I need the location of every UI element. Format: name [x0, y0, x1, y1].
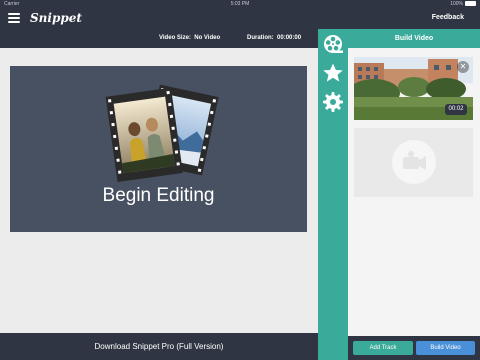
video-size-label: Video Size:	[159, 35, 191, 41]
status-bar: Carrier 5:03 PM 100%	[0, 0, 480, 8]
menu-icon[interactable]	[8, 13, 20, 23]
feedback-button[interactable]: Feedback	[432, 13, 464, 23]
download-pro-button[interactable]: Download Snippet Pro (Full Version)	[0, 333, 318, 360]
video-info-bar: Video Size: No Video Duration: 00:00:00	[0, 29, 318, 48]
battery-percent: 100%	[450, 1, 463, 7]
remove-clip-close-icon[interactable]: ✕	[457, 61, 469, 73]
video-size-info: Video Size: No Video	[159, 29, 220, 48]
star-icon[interactable]	[321, 61, 345, 85]
duration-value: 00:00:00	[277, 35, 302, 41]
film-reel-icon[interactable]	[321, 32, 345, 56]
empty-clip-slot[interactable]	[354, 128, 473, 197]
clip-duration: 00:02	[445, 104, 467, 115]
sidebar-rail	[318, 29, 348, 360]
nav-bar: Snippet Feedback	[0, 8, 480, 29]
status-time: 5:03 PM	[230, 1, 250, 7]
duration-label: Duration:	[247, 35, 274, 41]
duration-info: Duration: 00:00:00	[247, 29, 301, 48]
camera-icon	[392, 140, 436, 184]
video-size-value: No Video	[194, 35, 221, 41]
add-track-button[interactable]: Add Track	[353, 341, 413, 355]
app-title: Snippet	[30, 11, 82, 25]
panel-footer: Add Track Build Video	[348, 336, 480, 360]
battery-indicator: 100%	[450, 0, 476, 8]
editor-canvas[interactable]: Begin Editing	[10, 66, 307, 232]
build-video-panel: Build Video ✕ 00:02 Add Track Build Vide…	[348, 29, 480, 360]
battery-icon	[465, 1, 476, 6]
build-video-button[interactable]: Build Video	[416, 341, 475, 355]
video-clip-thumbnail[interactable]: ✕ 00:02	[354, 57, 473, 120]
gear-icon[interactable]	[321, 90, 345, 114]
film-photos-illustration	[105, 84, 219, 183]
begin-editing-label[interactable]: Begin Editing	[10, 184, 307, 208]
panel-title: Build Video	[348, 29, 480, 48]
